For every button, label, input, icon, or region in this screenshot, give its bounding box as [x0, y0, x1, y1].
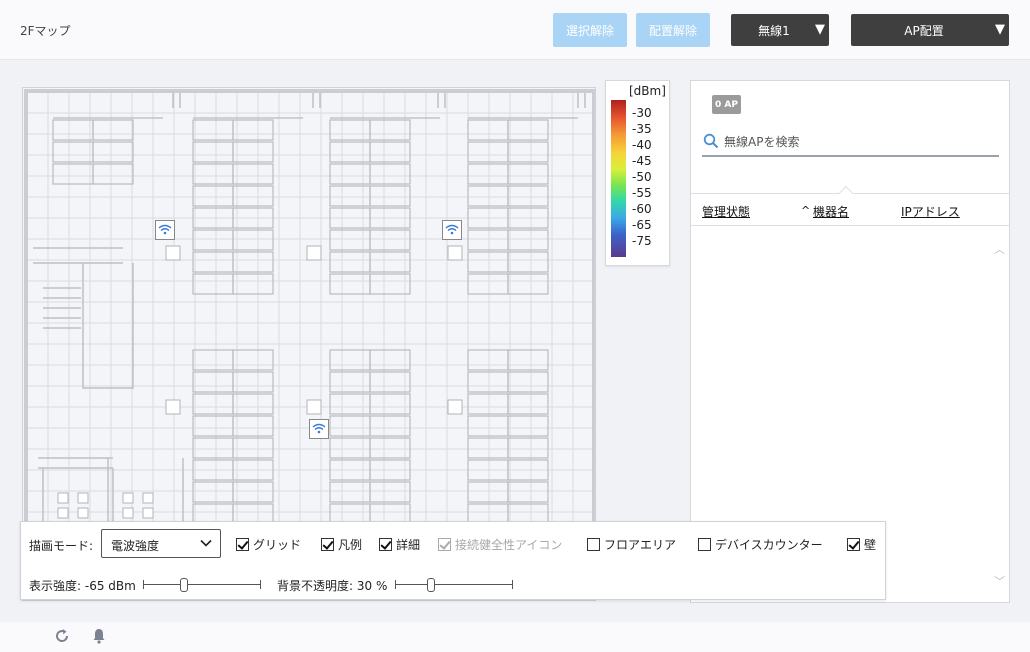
column-header-ip-address[interactable]: IPアドレス [901, 203, 960, 220]
checkbox-box[interactable] [847, 537, 860, 551]
draw-mode-select[interactable]: 電波強度 [101, 529, 221, 558]
strength-slider-thumb[interactable] [180, 578, 188, 592]
legend-tick: -35 [632, 122, 652, 136]
checkbox-device-counter[interactable]: デバイスカウンター [698, 537, 823, 552]
search-box [702, 129, 999, 157]
legend-tick: -50 [632, 170, 652, 184]
checkbox-walls[interactable]: 壁 [847, 537, 877, 552]
search-icon [703, 133, 719, 149]
draw-mode-label: 描画モード: [29, 539, 94, 553]
map-settings-toolbar: 描画モード: 電波強度 グリッド 凡例 詳細 接続健全性アイコン フロアエリア … [20, 521, 886, 600]
checkbox-label: 壁 [864, 537, 877, 552]
wifi-icon[interactable] [442, 220, 462, 240]
strength-label: 表示強度: -65 dBm [29, 579, 136, 593]
checkbox-box[interactable] [236, 537, 249, 551]
sort-arrow-icon: ^ [801, 204, 811, 217]
scroll-up-icon[interactable]: ︿ [994, 241, 1005, 257]
strength-slider[interactable] [143, 578, 261, 592]
checkbox-grid[interactable]: グリッド [236, 537, 302, 552]
footer-bar [0, 622, 1030, 652]
bell-icon[interactable] [90, 627, 108, 645]
checkbox-legend[interactable]: 凡例 [321, 537, 363, 552]
unplace-button[interactable]: 配置解除 [636, 13, 710, 47]
top-header: 2Fマップ 選択解除 配置解除 無線1 ▼ AP配置 ▼ [0, 0, 1030, 60]
checkbox-health-icon: 接続健全性アイコン [438, 537, 563, 552]
mode-dropdown-label: AP配置 [904, 23, 944, 38]
checkbox-box[interactable] [379, 537, 392, 551]
radio-dropdown[interactable]: 無線1 ▼ [731, 14, 829, 46]
legend-ticks: -30 -35 -40 -45 -50 -55 -60 -65 -75 [632, 105, 652, 249]
legend-tick: -60 [632, 202, 652, 216]
search-input[interactable] [724, 131, 994, 153]
column-header-status[interactable]: 管理状態 [702, 203, 750, 220]
signal-legend: [dBm] -30 -35 -40 -45 -50 -55 -60 -65 -7… [605, 80, 670, 266]
column-header-device-name[interactable]: 機器名 [813, 203, 849, 220]
deselect-button[interactable]: 選択解除 [553, 13, 627, 47]
legend-tick: -40 [632, 138, 652, 152]
checkbox-label: フロアエリア [604, 537, 677, 552]
chevron-down-icon [200, 539, 212, 547]
table-header: 管理状態 ^ 機器名 IPアドレス [691, 185, 1009, 226]
checkbox-box [438, 537, 451, 551]
checkbox-label: 接続健全性アイコン [455, 537, 563, 552]
checkbox-box[interactable] [321, 537, 334, 551]
legend-tick: -55 [632, 186, 652, 200]
legend-tick: -75 [632, 234, 652, 248]
page-title: 2Fマップ [20, 24, 71, 38]
checkbox-box[interactable] [587, 537, 600, 551]
ap-count-badge: 0 AP [712, 95, 741, 114]
dropdown-arrow-icon: ▼ [995, 22, 1005, 37]
legend-tick: -65 [632, 218, 652, 232]
legend-tick: -30 [632, 106, 652, 120]
checkbox-floor-area[interactable]: フロアエリア [587, 537, 677, 552]
checkbox-label: グリッド [253, 537, 302, 552]
opacity-slider-thumb[interactable] [427, 578, 435, 592]
wifi-icon[interactable] [309, 419, 329, 439]
checkbox-label: 凡例 [338, 537, 363, 552]
opacity-label: 背景不透明度: 30 % [277, 579, 388, 593]
draw-mode-value: 電波強度 [111, 539, 160, 553]
mode-dropdown[interactable]: AP配置 ▼ [851, 14, 1009, 46]
dropdown-arrow-icon: ▼ [815, 22, 825, 37]
checkbox-box[interactable] [698, 537, 711, 551]
legend-color-bar [611, 100, 626, 257]
legend-tick: -45 [632, 154, 652, 168]
scroll-down-icon[interactable]: ﹀ [994, 573, 1005, 589]
checkbox-label: デバイスカウンター [715, 537, 823, 552]
legend-unit: [dBm] [629, 84, 666, 98]
wifi-icon[interactable] [155, 220, 175, 240]
checkbox-label: 詳細 [396, 537, 421, 552]
refresh-icon[interactable] [53, 627, 71, 645]
opacity-slider[interactable] [395, 578, 513, 592]
checkbox-details[interactable]: 詳細 [379, 537, 421, 552]
